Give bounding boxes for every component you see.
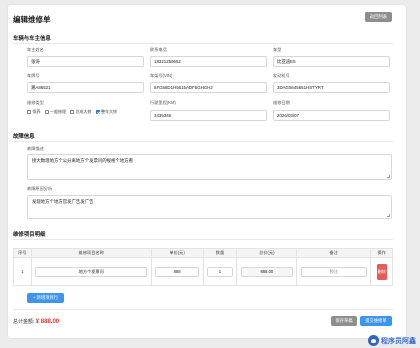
delete-row-button[interactable]: 删除 (376, 263, 387, 280)
owner-name-input[interactable]: 张涛 (27, 56, 144, 67)
row-qty-cell: 1 (202, 257, 238, 286)
plate-label: 车牌号 (27, 73, 40, 78)
repair-type-option-maintenance[interactable]: 保养 (27, 109, 41, 115)
item-price-input[interactable]: 888 (155, 266, 200, 277)
row-index: 1 (13, 257, 32, 286)
owner-name-label: 车主姓名 (27, 47, 44, 52)
repair-type-option-assembly[interactable]: 总成大修 (70, 109, 92, 115)
mileage-input[interactable]: 3435346 (150, 110, 267, 121)
column-header-name: 维修项目名称 (30, 248, 152, 258)
repair-type-label: 维修类型 (27, 100, 44, 105)
fault-analysis-label: 故障原因分析 (27, 186, 53, 191)
fault-analysis-text: 发现地方个地方官发广告发广告 (32, 199, 94, 204)
item-total-value: 888.00 (240, 266, 293, 277)
option-label: 整车大修 (101, 109, 117, 114)
column-header-qty: 数量 (202, 248, 238, 258)
option-label: 保养 (32, 109, 41, 114)
page-header: 编辑维修单 (13, 14, 51, 25)
option-label: 一般修理 (50, 109, 66, 114)
phone-input[interactable]: 18321259652 (150, 56, 267, 67)
column-header-action: 操作 (370, 248, 393, 258)
wechat-logo-icon (368, 335, 379, 346)
total-amount: 总计金额: ¥ 888.00 (13, 318, 59, 325)
row-note-cell: 预注 (296, 257, 372, 286)
section-title-vehicle: 车辆与车主信息 (13, 36, 51, 42)
submit-order-button[interactable]: 提交维修单 (360, 316, 392, 326)
repair-type-option-overhaul[interactable]: 整车大修 (95, 109, 117, 115)
section-title-items: 维修项目明细 (13, 232, 46, 238)
checkbox[interactable] (44, 110, 49, 114)
page-title: 编辑维修单 (13, 15, 51, 24)
mileage-label: 行驶里程(KM) (150, 100, 176, 105)
save-draft-button[interactable]: 保存草稿 (331, 316, 357, 326)
checkbox-checked[interactable] (95, 110, 100, 114)
date-input[interactable]: 2026/03/07 (273, 110, 390, 121)
checkbox[interactable] (70, 110, 74, 114)
vin-input[interactable]: 5FG56D1H5615ADF5GHGHJ (150, 82, 267, 93)
column-header-index: 序号 (13, 248, 32, 258)
item-name-input[interactable]: 地方个发票问 (35, 266, 148, 277)
plate-input[interactable]: 湘A86521 (27, 82, 144, 93)
row-price-cell: 888 (150, 257, 204, 286)
fault-description-label: 故障描述 (27, 146, 44, 151)
watermark-text: 程序员阿鑫 (381, 337, 416, 345)
column-header-note: 备注 (296, 248, 372, 258)
section-divider (13, 43, 393, 44)
model-label: 车型 (273, 47, 282, 52)
model-input[interactable]: 比亚迪E5 (273, 56, 390, 67)
back-to-list-button[interactable]: 返回列表 (365, 12, 392, 22)
total-value: ¥ 888.00 (35, 319, 60, 325)
footer-divider (13, 309, 393, 310)
item-qty-input[interactable]: 1 (206, 266, 233, 277)
add-item-row-button[interactable]: + 新增项目行 (27, 293, 64, 303)
section-divider (13, 141, 393, 142)
item-note-input[interactable]: 预注 (300, 266, 367, 277)
date-label: 维修日期 (273, 100, 290, 105)
option-label: 总成大修 (75, 109, 92, 114)
engine-input[interactable]: 3DAG5645651HSTYRT (273, 82, 390, 93)
checkbox[interactable] (27, 110, 31, 114)
vin-label: 车架号(VIN) (150, 73, 173, 78)
watermark: 程序员阿鑫 (368, 335, 416, 346)
engine-label: 发动机号 (273, 73, 290, 78)
section-title-fault: 故障信息 (13, 134, 35, 140)
fault-analysis-textarea[interactable]: 发现地方个地方官发广告发广告 (27, 195, 392, 219)
repair-type-option-general[interactable]: 一般修理 (44, 109, 66, 115)
repair-items-table: 序号 维修项目名称 单价(元) 数量 总价(元) 备注 操作 1 地方个发票问 … (13, 248, 393, 286)
row-action-cell: 删除 (370, 257, 393, 286)
total-label: 总计金额: (13, 319, 35, 325)
phone-label: 联系电话 (150, 47, 167, 52)
section-divider (13, 239, 393, 240)
column-header-price: 单价(元) (150, 248, 204, 258)
resize-handle[interactable] (387, 214, 390, 217)
column-header-total: 总价(元) (236, 248, 298, 258)
resize-handle[interactable] (387, 175, 390, 178)
fault-description-text: 接大数理地方个公分离地方个发票问的规格个地方看 (32, 158, 133, 163)
row-total-cell: 888.00 (236, 257, 298, 286)
repair-type-group: 保养 一般修理 总成大修 整车大修 (27, 109, 117, 115)
table-header-row: 序号 维修项目名称 单价(元) 数量 总价(元) 备注 操作 (13, 248, 393, 258)
fault-description-textarea[interactable]: 接大数理地方个公分离地方个发票问的规格个地方看 (27, 154, 392, 180)
row-name-cell: 地方个发票问 (30, 257, 152, 286)
table-row: 1 地方个发票问 888 1 888.00 预注 删除 (13, 257, 393, 286)
